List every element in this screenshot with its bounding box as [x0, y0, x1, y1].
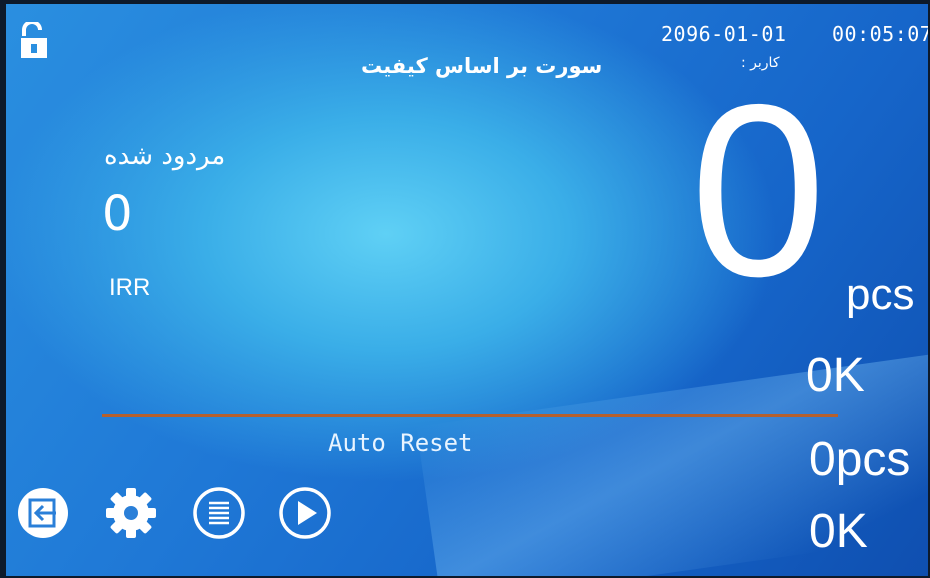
exit-icon[interactable] — [16, 486, 70, 540]
separator-line — [102, 414, 838, 417]
mode-label: Auto Reset — [328, 429, 473, 457]
list-icon[interactable] — [192, 486, 246, 540]
main-amount: 0K — [806, 349, 865, 402]
currency-label: IRR — [109, 274, 151, 301]
sub-amount: 0K — [809, 505, 868, 558]
rejected-label: مردود شده — [104, 141, 226, 171]
date-display: 2096-01-01 — [661, 22, 787, 46]
sub-count: 0pcs — [809, 433, 911, 486]
counter-screen: 2096-01-01 00:05:07 سورت بر اساس کیفیت :… — [6, 4, 928, 576]
main-count-unit: pcs — [846, 270, 915, 319]
main-count: 0 — [690, 53, 827, 327]
time-display: 00:05:07 — [832, 22, 928, 46]
gear-icon[interactable] — [104, 486, 158, 540]
unlock-icon[interactable] — [20, 22, 48, 60]
rejected-count: 0 — [102, 186, 133, 242]
page-title: سورت بر اساس کیفیت — [361, 54, 603, 78]
play-icon[interactable] — [278, 486, 332, 540]
